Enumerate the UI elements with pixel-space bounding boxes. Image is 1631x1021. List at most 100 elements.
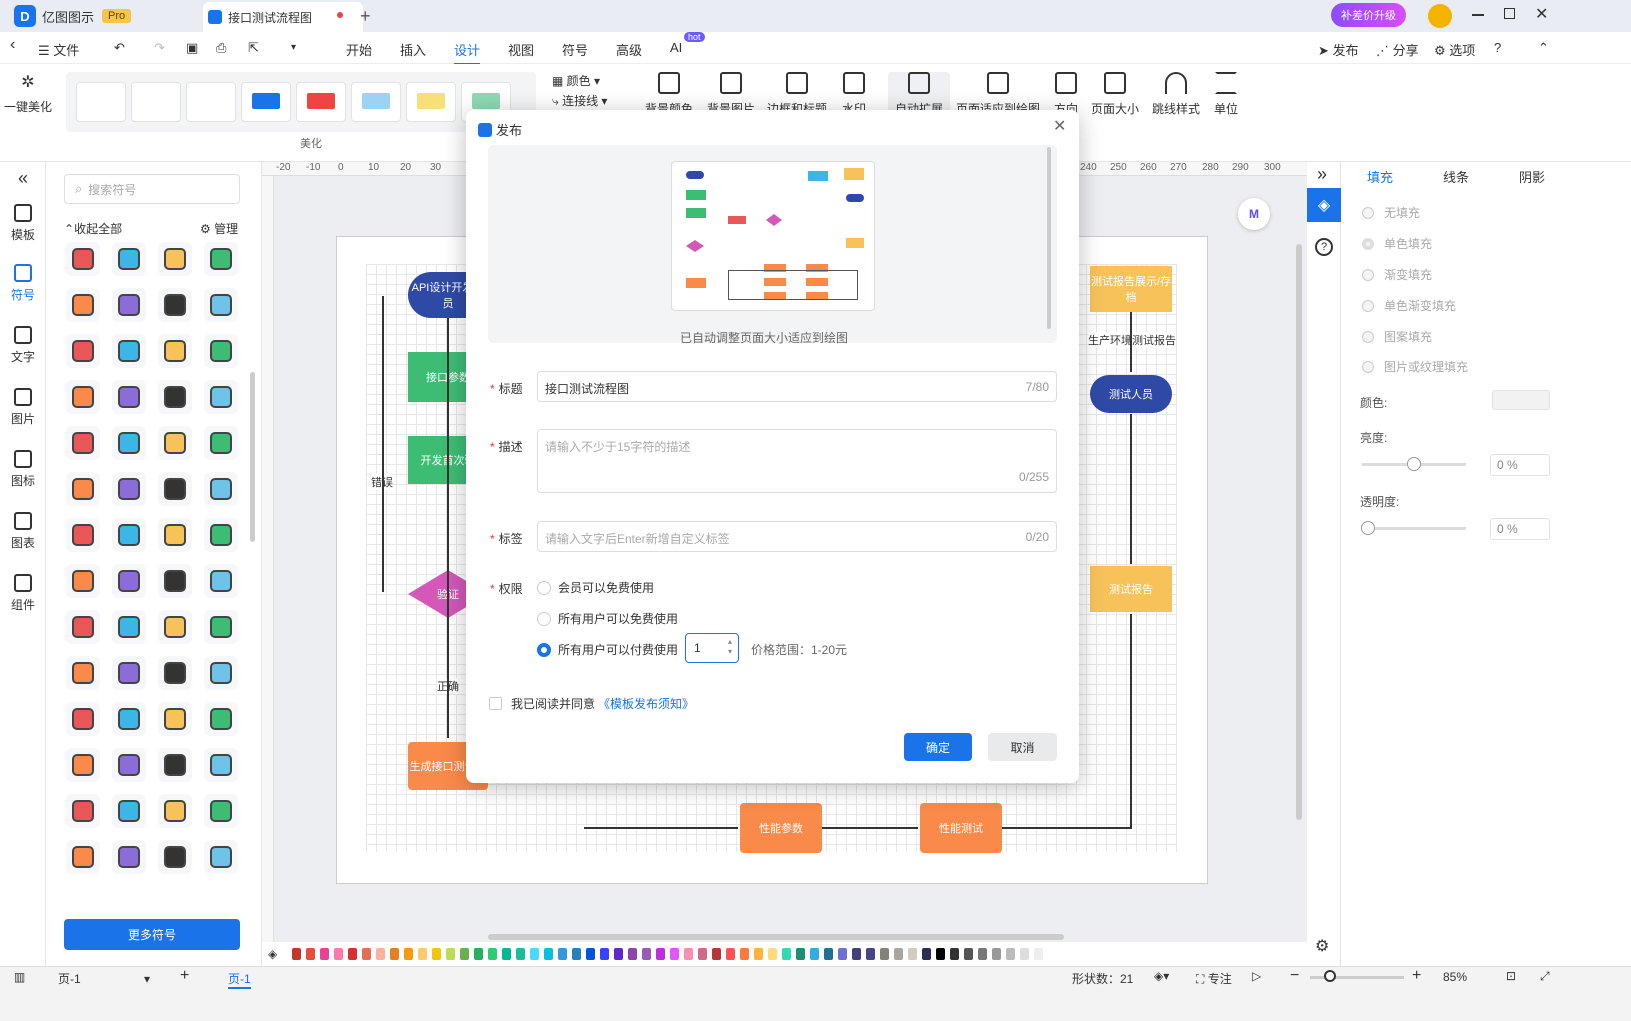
publish-terms-link[interactable]: 《模板发布须知》 <box>598 695 694 712</box>
flow-node[interactable]: 性能测试 <box>920 803 1002 853</box>
nav-templates[interactable]: 模板 <box>0 204 46 243</box>
palette-swatch[interactable] <box>614 948 623 960</box>
symbol-tile[interactable] <box>112 702 146 736</box>
opacity-slider-handle[interactable] <box>1361 521 1375 535</box>
palette-swatch[interactable] <box>880 948 889 960</box>
brightness-input[interactable]: 0 % <box>1490 454 1550 476</box>
opacity-input[interactable]: 0 % <box>1490 518 1550 540</box>
tab-fill[interactable]: 填充 <box>1367 167 1393 186</box>
symbol-tile[interactable] <box>66 518 100 552</box>
menu-start[interactable]: 开始 <box>346 40 372 59</box>
palette-swatch[interactable] <box>572 948 581 960</box>
flow-node[interactable]: 测试人员 <box>1090 375 1172 413</box>
page-layout-icon[interactable]: ▥ <box>14 970 25 984</box>
palette-swatch[interactable] <box>894 948 903 960</box>
symbol-tile[interactable] <box>158 564 192 598</box>
options-button[interactable]: ⚙ 选项 <box>1434 40 1475 59</box>
symbol-tile[interactable] <box>112 472 146 506</box>
symbol-tile[interactable] <box>66 794 100 828</box>
page-size-button[interactable]: 页面大小 <box>1090 72 1140 117</box>
fill-option-gradient[interactable]: 渐变填充 <box>1362 266 1432 283</box>
palette-swatch[interactable] <box>838 948 847 960</box>
symbol-tile[interactable] <box>158 656 192 690</box>
symbol-tile[interactable] <box>66 564 100 598</box>
menu-view[interactable]: 视图 <box>508 40 534 59</box>
stepper-arrows-icon[interactable]: ▴ ▾ <box>728 637 732 657</box>
publish-button[interactable]: ➤ 发布 <box>1318 40 1359 59</box>
symbol-tile[interactable] <box>204 702 238 736</box>
description-textarea[interactable]: 请输入不少于15字符的描述 0/255 <box>537 429 1057 493</box>
minimize-icon[interactable] <box>1472 14 1484 16</box>
fill-option-pattern[interactable]: 图案填充 <box>1362 328 1432 345</box>
palette-swatch[interactable] <box>1020 948 1029 960</box>
palette-swatch[interactable] <box>656 948 665 960</box>
tab-line[interactable]: 线条 <box>1443 167 1469 186</box>
collapse-all-button[interactable]: ⌃收起全部 <box>64 220 122 237</box>
title-input[interactable]: 接口测试流程图 7/80 <box>537 371 1057 402</box>
help-circle-icon[interactable]: ? <box>1315 238 1333 256</box>
palette-swatch[interactable] <box>908 948 917 960</box>
menu-advanced[interactable]: 高级 <box>616 40 642 59</box>
palette-swatch[interactable] <box>1006 948 1015 960</box>
symbol-tile[interactable] <box>112 840 146 874</box>
symbol-tile[interactable] <box>66 610 100 644</box>
cancel-button[interactable]: 取消 <box>988 733 1057 761</box>
connector-button[interactable]: ⤷ 连接线 ▾ <box>552 92 607 109</box>
opacity-slider[interactable] <box>1362 527 1466 530</box>
perm-option-all-paid[interactable]: 所有用户可以付费使用 <box>537 641 678 658</box>
palette-swatch[interactable] <box>558 948 567 960</box>
palette-swatch[interactable] <box>418 948 427 960</box>
back-icon[interactable]: ‹ <box>10 36 15 54</box>
symbol-tile[interactable] <box>66 840 100 874</box>
zoom-slider-handle[interactable] <box>1324 970 1336 982</box>
palette-swatch[interactable] <box>1034 948 1043 960</box>
perm-option-all-free[interactable]: 所有用户可以免费使用 <box>537 610 678 627</box>
tag-input[interactable]: 请输入文字后Enter新增自定义标签 0/20 <box>537 521 1057 552</box>
agree-checkbox[interactable] <box>489 697 502 710</box>
symbol-tile[interactable] <box>66 748 100 782</box>
palette-swatch[interactable] <box>432 948 441 960</box>
symbol-tile[interactable] <box>66 656 100 690</box>
symbol-tile[interactable] <box>112 288 146 322</box>
symbol-tile[interactable] <box>112 794 146 828</box>
theme-3[interactable] <box>186 82 236 122</box>
undo-icon[interactable]: ↶ <box>114 40 125 56</box>
symbol-tile[interactable] <box>112 748 146 782</box>
confirm-button[interactable]: 确定 <box>904 733 972 761</box>
nav-symbols[interactable]: 符号 <box>0 264 46 303</box>
symbol-tile[interactable] <box>158 242 192 276</box>
theme-4[interactable] <box>241 82 291 122</box>
flow-node[interactable]: 性能参数 <box>740 803 822 853</box>
new-tab-icon[interactable]: + <box>360 6 371 27</box>
palette-swatch[interactable] <box>544 948 553 960</box>
flow-node[interactable]: 测试报告 <box>1090 566 1172 612</box>
palette-swatch[interactable] <box>670 948 679 960</box>
fit-window-icon[interactable]: ⊡ <box>1506 969 1516 983</box>
theme-7[interactable] <box>406 82 456 122</box>
palette-swatch[interactable] <box>376 948 385 960</box>
symbol-tile[interactable] <box>204 610 238 644</box>
theme-5[interactable] <box>296 82 346 122</box>
expand-panel-icon[interactable]: » <box>1317 164 1327 185</box>
collapse-ribbon-icon[interactable]: ⌃ <box>1538 40 1549 56</box>
symbol-tile[interactable] <box>66 380 100 414</box>
canvas-vertical-scrollbar[interactable] <box>1296 244 1302 820</box>
palette-swatch[interactable] <box>628 948 637 960</box>
fill-dropper-icon[interactable]: ◈ <box>268 947 277 961</box>
close-window-icon[interactable]: ✕ <box>1535 4 1548 24</box>
palette-swatch[interactable] <box>516 948 525 960</box>
nav-components[interactable]: 组件 <box>0 574 46 613</box>
palette-swatch[interactable] <box>726 948 735 960</box>
avatar[interactable] <box>1428 4 1452 28</box>
fill-option-mono-gradient[interactable]: 单色渐变填充 <box>1362 297 1456 314</box>
palette-swatch[interactable] <box>978 948 987 960</box>
settings-gear-icon[interactable]: ⚙ <box>1315 936 1329 956</box>
theme-6[interactable] <box>351 82 401 122</box>
symbol-tile[interactable] <box>158 794 192 828</box>
theme-2[interactable] <box>131 82 181 122</box>
file-menu[interactable]: ☰ 文件 <box>38 40 79 59</box>
tab-shadow[interactable]: 阴影 <box>1519 167 1545 186</box>
symbol-tile[interactable] <box>66 334 100 368</box>
manage-button[interactable]: ⚙ 管理 <box>200 220 238 237</box>
redo-icon[interactable]: ↷ <box>154 40 165 56</box>
